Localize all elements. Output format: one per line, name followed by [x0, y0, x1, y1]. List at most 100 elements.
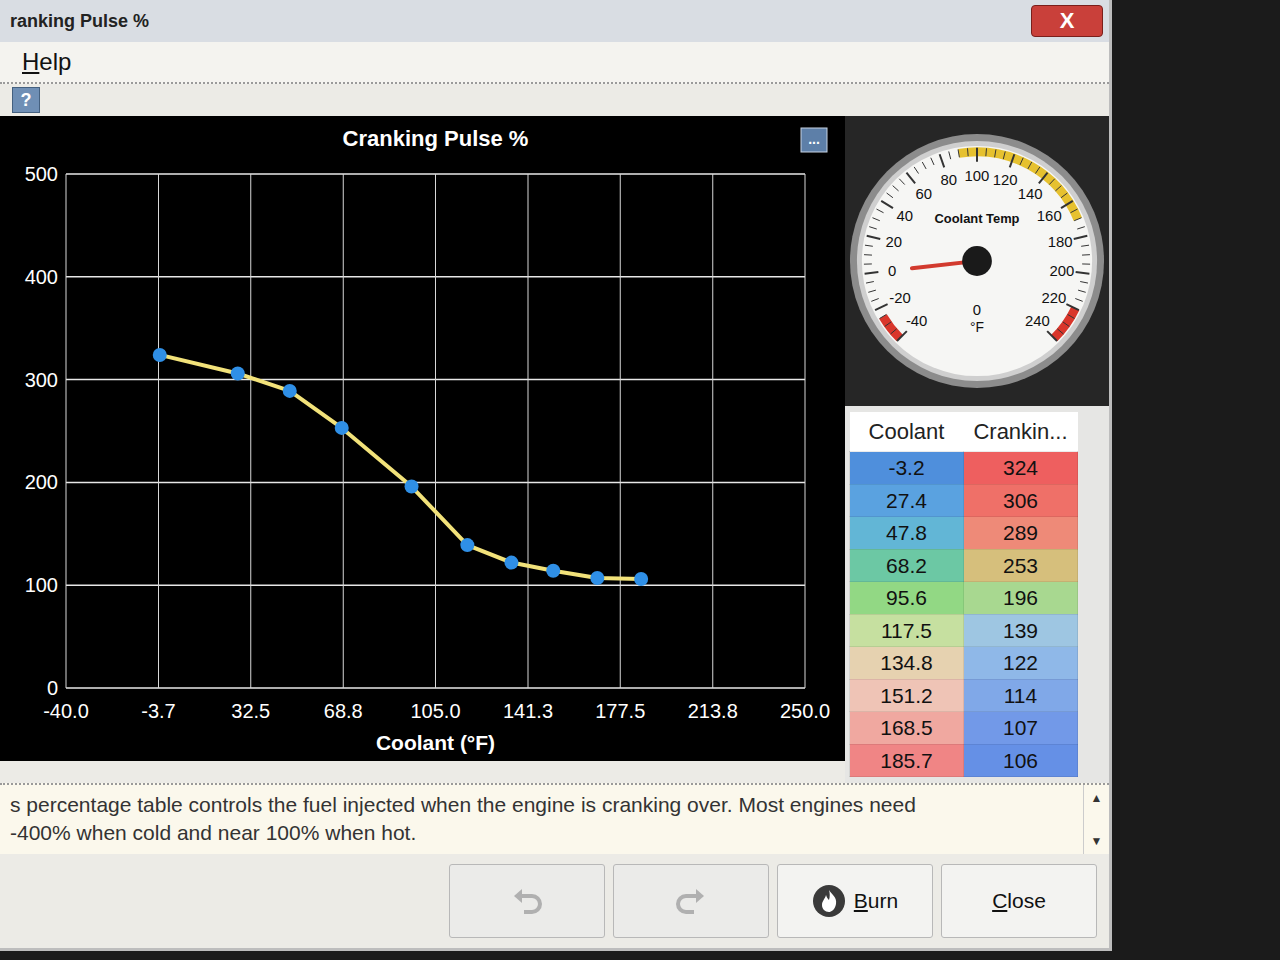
y-tick-label: 500 [25, 163, 58, 185]
help-text: s percentage table controls the fuel inj… [0, 785, 1083, 854]
gauge-tick-label: 160 [1037, 208, 1062, 224]
chart-options-button[interactable]: ... [801, 128, 827, 152]
gauge-tick-label: 100 [965, 168, 990, 184]
data-point[interactable] [335, 421, 349, 435]
scroll-up-button[interactable]: ▲ [1084, 785, 1109, 811]
gauge-title: Coolant Temp [935, 211, 1020, 226]
coolant-cell[interactable]: 95.6 [850, 582, 964, 615]
coolant-cell[interactable]: 134.8 [850, 647, 964, 680]
close-button[interactable]: Close [941, 864, 1097, 938]
pulse-cell[interactable]: 122 [964, 647, 1078, 680]
undo-button[interactable] [449, 864, 605, 938]
needle-hub [962, 246, 992, 276]
title-bar: ranking Pulse % X [0, 0, 1109, 42]
menu-bar: Help [0, 42, 1109, 84]
grid-line [435, 174, 436, 688]
gauge-tick-label: 200 [1049, 263, 1074, 279]
close-window-button[interactable]: X [1031, 5, 1103, 37]
fire-icon [812, 884, 846, 918]
grid-line [712, 174, 713, 688]
coolant-cell[interactable]: 68.2 [850, 549, 964, 582]
help-line: s percentage table controls the fuel inj… [10, 791, 1073, 819]
y-tick-label: 300 [25, 369, 58, 391]
gauge-tick-label: 0 [888, 263, 896, 279]
gauge-tick-label: 140 [1018, 186, 1043, 202]
table-row: 134.8122 [850, 647, 1078, 680]
burn-button[interactable]: Burn [777, 864, 933, 938]
pulse-cell[interactable]: 196 [964, 582, 1078, 615]
help-text-panel: s percentage table controls the fuel inj… [0, 783, 1109, 854]
button-label: Close [992, 885, 1046, 917]
x-tick-label: 32.5 [231, 700, 270, 722]
y-tick-label: 200 [25, 471, 58, 493]
coolant-cell[interactable]: 27.4 [850, 484, 964, 517]
gauge-tick-label: 220 [1041, 290, 1066, 306]
data-point[interactable] [231, 366, 245, 380]
data-point[interactable] [460, 538, 474, 552]
gauge-tick-label: 180 [1048, 234, 1073, 250]
window-title: ranking Pulse % [10, 8, 149, 35]
pulse-cell[interactable]: 139 [964, 614, 1078, 647]
help-line: -400% when cold and near 100% when hot. [10, 819, 1073, 847]
gauge-units: °F [970, 319, 984, 335]
pulse-cell[interactable]: 306 [964, 484, 1078, 517]
coolant-cell[interactable]: 185.7 [850, 744, 964, 777]
menu-item[interactable]: Help [14, 44, 79, 80]
y-tick-label: 400 [25, 266, 58, 288]
background-area [0, 951, 1280, 960]
coolant-cell[interactable]: 151.2 [850, 679, 964, 712]
table-row: 47.8289 [850, 517, 1078, 550]
pulse-cell[interactable]: 107 [964, 712, 1078, 745]
grid-line [528, 174, 529, 688]
pulse-cell[interactable]: 289 [964, 517, 1078, 550]
pulse-cell[interactable]: 324 [964, 452, 1078, 485]
gauge-tick-label: 60 [916, 186, 933, 202]
scrollbar: ▲▼ [1083, 785, 1109, 854]
table-row: 151.2114 [850, 679, 1078, 712]
table-row: 117.5139 [850, 614, 1078, 647]
gauge-tick-label: -40 [906, 313, 928, 329]
gauge-tick-label: 80 [941, 172, 958, 188]
data-point[interactable] [283, 384, 297, 398]
coolant-cell[interactable]: 117.5 [850, 614, 964, 647]
table-row: 185.7106 [850, 744, 1078, 777]
pulse-cell[interactable]: 253 [964, 549, 1078, 582]
pulse-cell[interactable]: 106 [964, 744, 1078, 777]
redo-icon [674, 884, 708, 918]
table-row: 168.5107 [850, 712, 1078, 745]
scroll-down-button[interactable]: ▼ [1084, 828, 1109, 854]
y-tick-label: 100 [25, 574, 58, 596]
x-axis-label: Coolant (°F) [376, 731, 495, 754]
data-point[interactable] [590, 571, 604, 585]
x-tick-label: -3.7 [141, 700, 175, 722]
data-point[interactable] [153, 348, 167, 362]
data-point[interactable] [405, 480, 419, 494]
grid-line [158, 174, 159, 688]
value-table: CoolantCrankin...-3.232427.430647.828968… [849, 412, 1078, 777]
data-point[interactable] [504, 556, 518, 570]
options-label: ... [808, 131, 820, 147]
button-label: Burn [854, 885, 898, 917]
x-tick-label: 141.3 [503, 700, 553, 722]
dialog-window: ranking Pulse %XHelp?Cranking Pulse %...… [0, 0, 1112, 951]
coolant-cell[interactable]: 168.5 [850, 712, 964, 745]
cranking-chart: Cranking Pulse %...5004003002001000-40.0… [0, 116, 845, 761]
help-button[interactable]: ? [12, 87, 40, 113]
table-row: 95.6196 [850, 582, 1078, 615]
chart-panel: Cranking Pulse %...5004003002001000-40.0… [0, 116, 845, 761]
table-row: 68.2253 [850, 549, 1078, 582]
grid-line [250, 174, 251, 688]
x-tick-label: 213.8 [688, 700, 738, 722]
data-point[interactable] [546, 564, 560, 578]
coolant-cell[interactable]: 47.8 [850, 517, 964, 550]
data-point[interactable] [634, 572, 648, 586]
undo-icon [510, 884, 544, 918]
pulse-cell[interactable]: 114 [964, 679, 1078, 712]
series-line [160, 355, 641, 579]
grid-line [66, 174, 67, 688]
redo-button[interactable] [613, 864, 769, 938]
x-tick-label: 177.5 [595, 700, 645, 722]
coolant-cell[interactable]: -3.2 [850, 452, 964, 485]
x-tick-label: -40.0 [43, 700, 89, 722]
grid-line [620, 174, 621, 688]
